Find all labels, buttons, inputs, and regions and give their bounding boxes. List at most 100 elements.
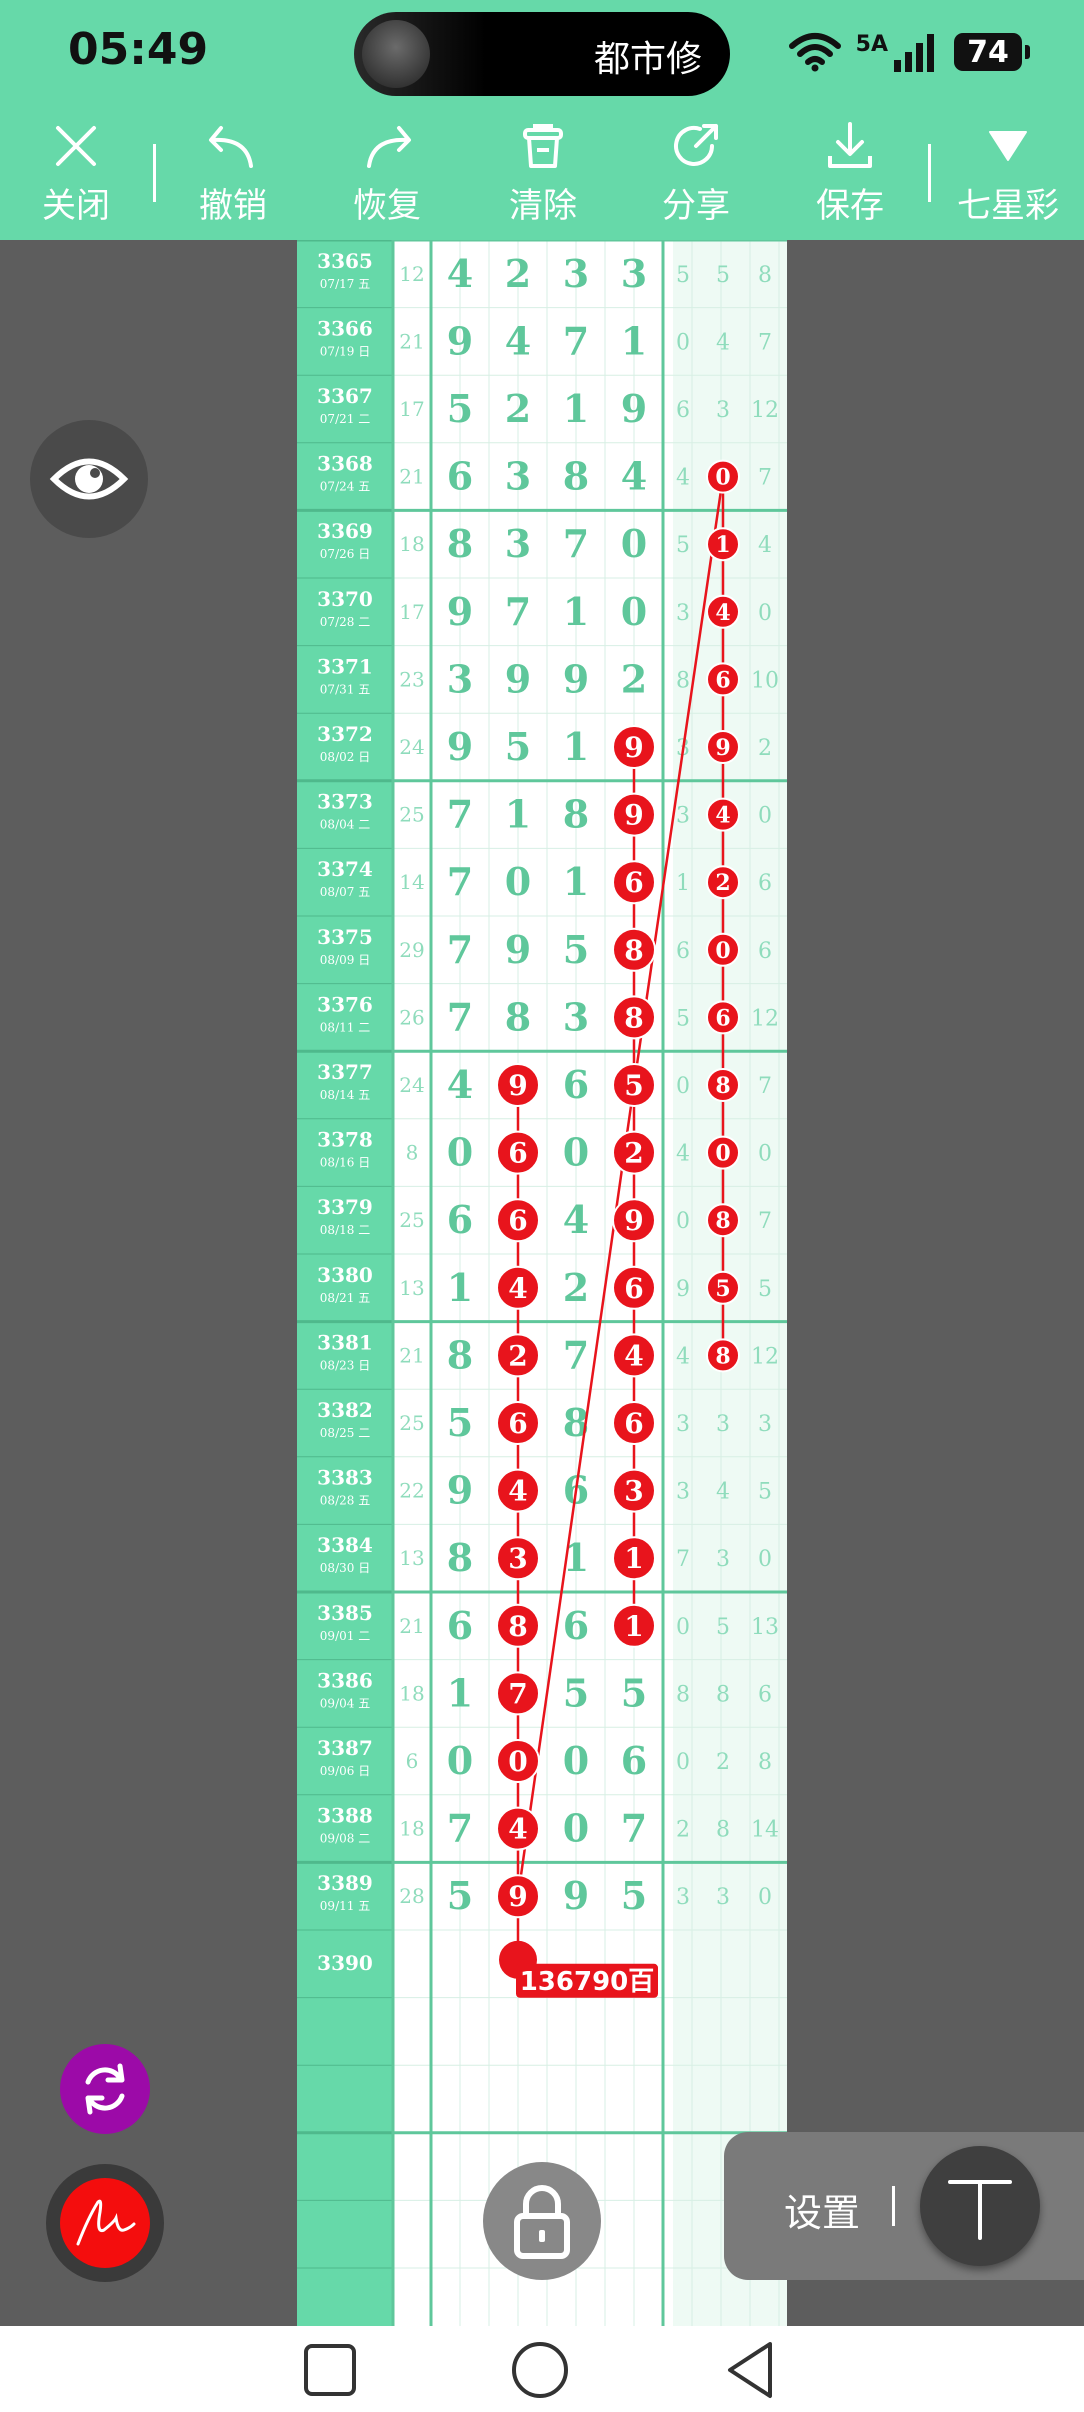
- draw-digit: 3: [621, 251, 647, 296]
- pen-button-face: [60, 2178, 150, 2268]
- tail-value: 3: [676, 1885, 690, 1910]
- tail-value: 0: [758, 601, 772, 626]
- trend-chart[interactable]: 3365 07/17 五 12 4 2 3 3 5 5 8 3366 07/19 日 21 9 4 7 1 0 4 7…: [297, 240, 787, 2326]
- tail-value: 6: [758, 939, 772, 964]
- save-button[interactable]: 保存: [790, 112, 910, 240]
- issue-date: 07/17 五: [320, 277, 370, 291]
- sum-value: 25: [399, 803, 424, 827]
- draw-digit: 3: [505, 454, 531, 499]
- back-icon[interactable]: [722, 2340, 778, 2400]
- pen-button[interactable]: [46, 2164, 164, 2282]
- tail-value: 4: [676, 1344, 690, 1369]
- draw-digit: 4: [447, 251, 473, 296]
- issue-number: 3372: [317, 722, 373, 746]
- status-icons: 5A 74: [788, 26, 1030, 78]
- trend-chart-canvas: 336507/17 五 12 4 2 3 3 5 5 8336607/19 日 21 9 4 7 1 0 4 7…: [297, 240, 787, 2326]
- text-tool-button[interactable]: [920, 2146, 1040, 2266]
- marked-number: 9: [624, 799, 643, 832]
- marked-number: 6: [624, 866, 643, 899]
- sum-value: 21: [399, 1614, 424, 1638]
- marked-number: 0: [508, 1745, 527, 1778]
- marked-number: 6: [508, 1137, 527, 1170]
- marked-number: 9: [508, 1880, 527, 1913]
- lock-button[interactable]: [483, 2162, 601, 2280]
- tail-value: 3: [716, 398, 730, 423]
- sum-value: 13: [399, 1276, 424, 1300]
- tail-value: 8: [758, 263, 772, 288]
- tail-value: 7: [758, 1074, 772, 1099]
- tail-value: 3: [716, 1547, 730, 1572]
- marked-number: 8: [624, 1001, 643, 1034]
- recent-apps-icon[interactable]: [302, 2342, 358, 2398]
- draw-digit: 5: [621, 1873, 647, 1918]
- sum-value: 24: [399, 1073, 424, 1097]
- draw-digit: 1: [563, 386, 589, 431]
- tail-value: 8: [676, 668, 690, 693]
- draw-digit: 7: [447, 927, 473, 972]
- tail-value: 0: [758, 1547, 772, 1572]
- text-icon: [948, 2180, 1012, 2240]
- issue-number: 3386: [317, 1668, 373, 1692]
- toolbar-divider: [153, 144, 156, 202]
- close-button[interactable]: 关闭: [16, 112, 136, 240]
- issue-date: 09/08 二: [320, 1832, 370, 1846]
- marked-number: 5: [624, 1069, 643, 1102]
- sum-value: 17: [399, 600, 424, 624]
- rotate-button[interactable]: [60, 2044, 150, 2134]
- marked-number: 8: [624, 934, 643, 967]
- sum-value: 26: [399, 1005, 424, 1029]
- tail-value: 12: [751, 1006, 779, 1031]
- draw-digit: 6: [447, 1197, 473, 1242]
- marked-number: 4: [508, 1475, 527, 1508]
- tail-value: 0: [676, 1750, 690, 1775]
- draw-digit: 6: [447, 454, 473, 499]
- redo-button[interactable]: 恢复: [327, 112, 447, 240]
- sum-value: 13: [399, 1546, 424, 1570]
- sum-value: 14: [399, 870, 424, 894]
- issue-date: 08/21 五: [320, 1291, 370, 1305]
- clear-button[interactable]: 清除: [483, 112, 603, 240]
- draw-digit: 5: [447, 386, 473, 431]
- undo-button[interactable]: 撤销: [173, 112, 293, 240]
- marked-number: 6: [624, 1272, 643, 1305]
- home-icon[interactable]: [510, 2340, 570, 2400]
- marked-number: 6: [715, 667, 730, 693]
- draw-digit: 9: [563, 656, 589, 701]
- tail-value: 4: [676, 466, 690, 491]
- tail-value: 3: [676, 1480, 690, 1505]
- tail-value: 8: [716, 1682, 730, 1707]
- visibility-toggle[interactable]: [30, 420, 148, 538]
- issue-date: 07/31 五: [320, 682, 370, 696]
- tail-value: 2: [758, 736, 772, 761]
- draw-digit: 4: [447, 1062, 473, 1107]
- issue-number: 3379: [317, 1195, 373, 1219]
- tail-value: 4: [716, 330, 730, 355]
- media-island[interactable]: 都市修: [354, 12, 730, 96]
- sum-value: 21: [399, 329, 424, 353]
- draw-digit: 3: [505, 521, 531, 566]
- issue-date: 09/04 五: [320, 1696, 370, 1710]
- tail-value: 3: [676, 601, 690, 626]
- tail-value: 6: [758, 871, 772, 896]
- issue-number: 3388: [317, 1804, 373, 1828]
- draw-digit: 5: [563, 927, 589, 972]
- draw-digit: 5: [563, 1670, 589, 1715]
- tail-value: 0: [758, 1142, 772, 1167]
- issue-date: 07/19 日: [320, 344, 370, 358]
- tail-value: 12: [751, 1344, 779, 1369]
- draw-digit: 2: [563, 1265, 589, 1310]
- settings-button[interactable]: 设置: [784, 2182, 860, 2237]
- issue-date: 08/28 五: [320, 1494, 370, 1508]
- draw-digit: 1: [621, 318, 647, 363]
- media-title: 都市修: [594, 39, 703, 80]
- tail-value: 2: [716, 1750, 730, 1775]
- draw-digit: 9: [621, 386, 647, 431]
- draw-digit: 9: [505, 927, 531, 972]
- issue-number: 3370: [317, 587, 373, 611]
- tail-value: 4: [758, 533, 772, 558]
- share-button[interactable]: 分享: [636, 112, 756, 240]
- issue-date: 08/14 五: [320, 1088, 370, 1102]
- issue-number: 3371: [317, 654, 373, 678]
- lottery-type-selector[interactable]: 七星彩: [946, 112, 1070, 240]
- tail-value: 8: [716, 1818, 730, 1843]
